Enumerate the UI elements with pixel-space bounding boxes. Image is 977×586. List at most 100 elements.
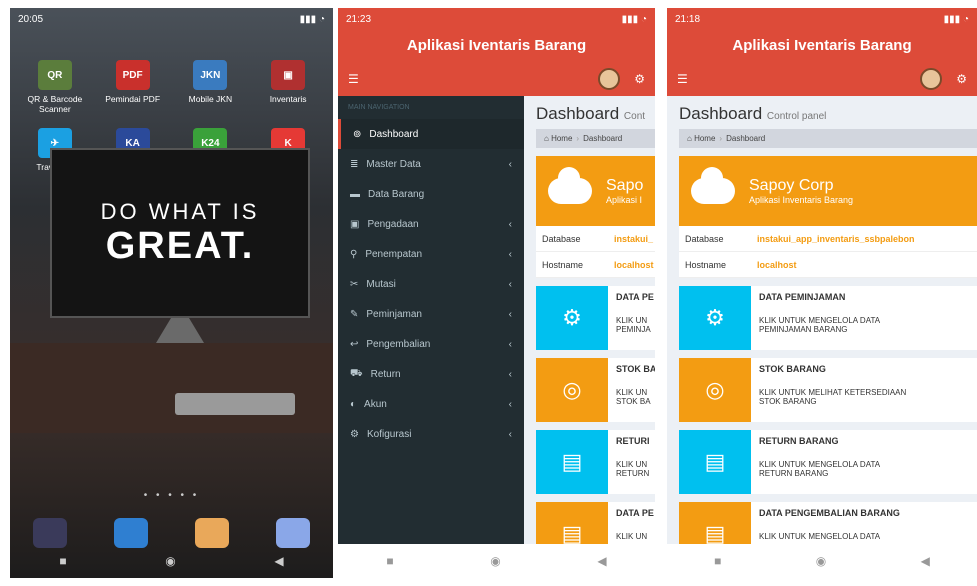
keyboard-image [175, 393, 295, 415]
box-title: DATA PENGEMBALIAN BARANG [759, 508, 900, 518]
sidebar-item[interactable]: ↩ Pengembalian ‹ [338, 329, 524, 359]
sidebar-item[interactable]: ≣ Master Data ‹ [338, 149, 524, 179]
server-info: Database instakui_app_inventaris_ssbpaleb… [679, 226, 977, 278]
sidebar: MAIN NAVIGATION ⊚ Dashboard ≣ Master Data ‹ ▬… [338, 96, 524, 556]
sidebar-item[interactable]: ⚙ Kofigurasi ‹ [338, 419, 524, 449]
info-box[interactable]: ⚙ DATA PEMINJAMAN KLIK UNTUK MENGELOLA DAT… [679, 286, 977, 350]
box-title: RETURN BARANG [759, 436, 839, 446]
gear-icon[interactable]: ⚙ [634, 72, 645, 86]
chevron-left-icon: ‹ [508, 308, 512, 320]
box-title: DATA PE [616, 508, 654, 518]
menu-icon: ↩ [350, 338, 359, 350]
company-banner: Sapo Aplikasi I [536, 156, 655, 226]
page-title-text: Dashboard [536, 104, 620, 123]
breadcrumb: ⌂ Home › Dashboard [536, 129, 655, 148]
menu-icon: ⚙ [350, 428, 359, 440]
menu-toggle-icon[interactable]: ☰ [677, 72, 688, 86]
box-desc-line1: KLIK UNTUK MENGELOLA DATA [759, 460, 881, 469]
sidebar-item[interactable]: ⚲ Penempatan ‹ [338, 239, 524, 269]
box-desc-line2: STOK BARANG [759, 397, 817, 406]
sidebar-item[interactable]: ◐ Akun ‹ [338, 389, 524, 419]
status-time: 20:05 [18, 13, 44, 25]
app-icon: ▣ [271, 60, 306, 90]
avatar[interactable] [598, 68, 621, 90]
sidebar-item[interactable]: ✎ Peminjaman ‹ [338, 299, 524, 329]
app-dashboard-phone: 21:18 ▮▮▮ ◔ Aplikasi Iventaris Barang ☰ … [667, 8, 977, 578]
box-desc-line1: KLIK UNTUK MENGELOLA DATA [759, 532, 881, 541]
home-button[interactable]: ◉ [816, 554, 826, 568]
sidebar-item[interactable]: ⊚ Dashboard [338, 119, 524, 149]
avatar[interactable] [920, 68, 943, 90]
box-desc-line1: KLIK UN [616, 460, 648, 469]
box-icon: ◎ [679, 358, 751, 422]
app-shortcut[interactable]: QR QR & Barcode Scanner [16, 60, 94, 114]
menu-toggle-icon[interactable]: ☰ [348, 72, 359, 86]
back-button[interactable]: ◀ [921, 554, 930, 568]
status-time: 21:23 [346, 13, 372, 25]
box-title: RETURI [616, 436, 650, 446]
company-subtitle: Aplikasi Inventaris Barang [749, 195, 854, 205]
info-box[interactable]: ⚙ DATA PE KLIK UN PEMINJA [536, 286, 655, 350]
status-time: 21:18 [675, 13, 701, 25]
sidebar-item[interactable]: ▣ Pengadaan ‹ [338, 209, 524, 239]
menu-icon: ▣ [350, 218, 360, 230]
database-value: instakui_ [614, 233, 654, 244]
info-box[interactable]: ◎ STOK BA KLIK UN STOK BA [536, 358, 655, 422]
menu-icon: ✂ [350, 278, 359, 290]
database-value: instakui_app_inventaris_ssbpalebon [757, 233, 915, 244]
recents-button[interactable]: ■ [59, 554, 66, 568]
page-title-text: Dashboard [679, 104, 763, 123]
breadcrumb: ⌂ Home › Dashboard [679, 129, 977, 148]
header-bar: ☰ ⚙ [338, 62, 655, 96]
sidebar-item-label: Penempatan [365, 248, 423, 260]
breadcrumb-current: Dashboard [726, 134, 766, 143]
chevron-left-icon: ‹ [508, 158, 512, 170]
monitor-stand [156, 318, 204, 343]
info-box[interactable]: ▤ RETURI KLIK UN RETURN [536, 430, 655, 494]
recents-button[interactable]: ■ [714, 554, 721, 568]
status-bar: 20:05 ▮▮▮ ◔ [10, 8, 333, 30]
app-sidebar-phone: 21:23 ▮▮▮ ◔ Aplikasi Iventaris Barang ☰ … [338, 8, 655, 578]
cloud-icon [691, 167, 735, 204]
page-title: Dashboard Cont [536, 104, 655, 124]
app-shortcut[interactable]: PDF Pemindai PDF [94, 60, 172, 114]
system-nav-bar: ■ ◉ ◀ [667, 544, 977, 578]
sidebar-item-label: Akun [364, 398, 387, 410]
chevron-left-icon: ‹ [508, 428, 512, 440]
breadcrumb-home[interactable]: Home [551, 134, 572, 143]
app-label: Pemindai PDF [105, 94, 161, 104]
status-bar: 21:18 ▮▮▮ ◔ [667, 8, 977, 30]
gear-icon[interactable]: ⚙ [956, 72, 967, 86]
sidebar-item[interactable]: ⛟ Return ‹ [338, 359, 524, 389]
box-desc-line2: PEMINJA [616, 325, 651, 334]
info-box[interactable]: ▤ RETURN BARANG KLIK UNTUK MENGELOLA DATA R… [679, 430, 977, 494]
breadcrumb-home[interactable]: Home [694, 134, 715, 143]
recents-button[interactable]: ■ [386, 554, 393, 568]
database-label: Database [542, 233, 581, 244]
box-title: DATA PEMINJAMAN [759, 292, 846, 302]
back-button[interactable]: ◀ [597, 554, 606, 568]
hostname-value: localhost [757, 259, 797, 270]
app-icon: PDF [115, 60, 150, 90]
home-button[interactable]: ◉ [165, 554, 175, 568]
company-subtitle: Aplikasi I [606, 195, 643, 205]
info-box[interactable]: ◎ STOK BARANG KLIK UNTUK MELIHAT KETERSEDI… [679, 358, 977, 422]
box-icon: ▤ [536, 430, 608, 494]
app-label: QR & Barcode Scanner [27, 94, 83, 114]
box-desc-line1: KLIK UN [616, 532, 648, 541]
main-content: Dashboard Control panel ⌂ Home › Dashboard… [667, 96, 977, 556]
hostname-label: Hostname [542, 259, 584, 270]
home-button[interactable]: ◉ [490, 554, 500, 568]
sidebar-item-label: Peminjaman [366, 308, 422, 320]
box-desc-line1: KLIK UN [616, 388, 648, 397]
box-icon: ⚙ [679, 286, 751, 350]
sidebar-item[interactable]: ▬ Data Barang [338, 179, 524, 209]
menu-icon: ⚲ [350, 248, 358, 260]
chevron-left-icon: ‹ [508, 398, 512, 410]
app-shortcut[interactable]: JKN Mobile JKN [172, 60, 250, 114]
app-shortcut[interactable]: ▣ Inventaris [249, 60, 327, 114]
company-banner: Sapoy Corp Aplikasi Inventaris Barang [679, 156, 977, 226]
sidebar-item[interactable]: ✂ Mutasi ‹ [338, 269, 524, 299]
back-button[interactable]: ◀ [274, 554, 283, 568]
sidebar-item-label: Kofigurasi [366, 428, 412, 440]
